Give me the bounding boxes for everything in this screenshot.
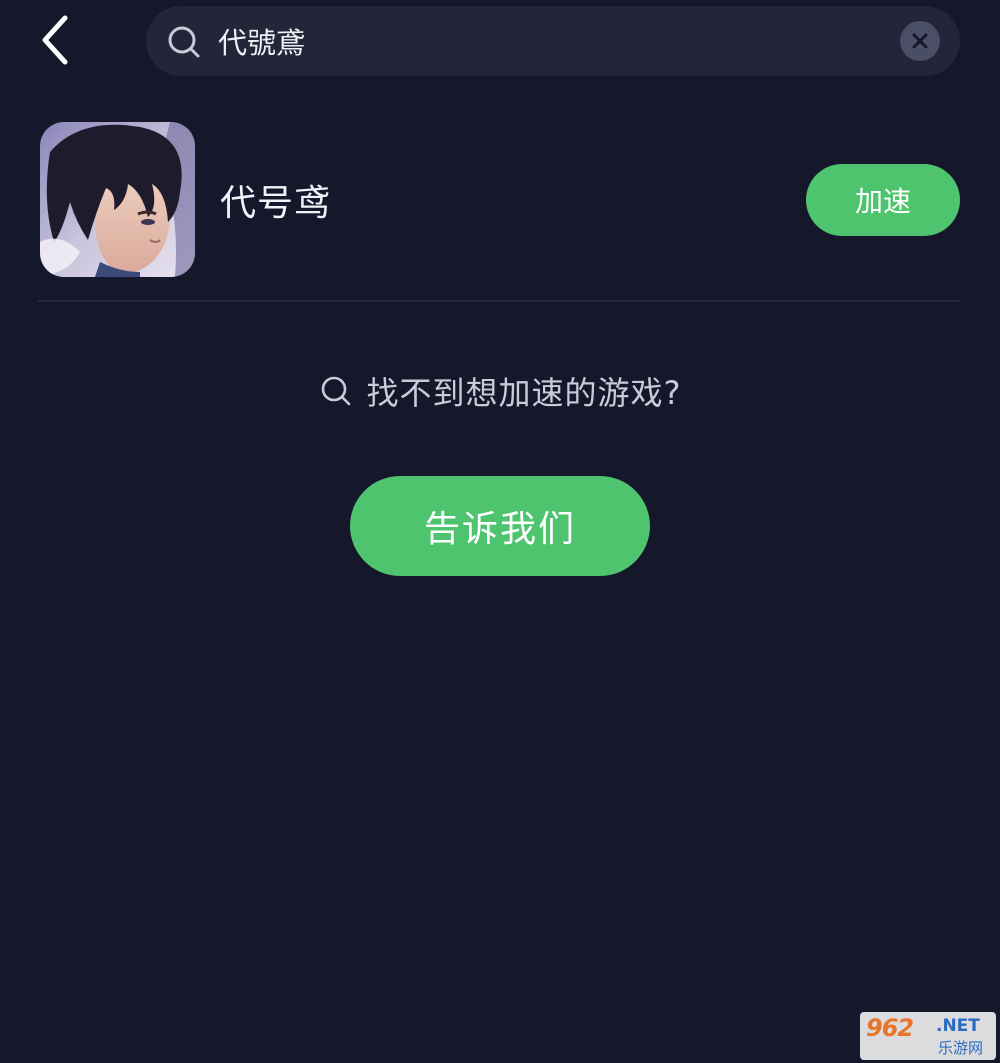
game-icon[interactable]: [40, 122, 195, 277]
close-icon: [912, 33, 928, 49]
watermark-main: 962: [866, 1014, 914, 1042]
search-icon: [168, 26, 200, 58]
search-icon: [321, 376, 350, 406]
watermark-sub: 乐游网: [938, 1039, 984, 1057]
result-item[interactable]: 代号鸢 加速: [40, 122, 960, 278]
empty-hint: 找不到想加速的游戏?: [0, 366, 1000, 416]
search-bar[interactable]: [146, 6, 960, 76]
search-input[interactable]: [218, 6, 878, 76]
watermark-logo: 962 .NET 乐游网: [860, 1012, 996, 1060]
divider: [38, 300, 960, 302]
game-name: 代号鸢: [220, 183, 332, 224]
chevron-left-icon: [42, 15, 68, 65]
back-button[interactable]: [28, 10, 84, 70]
boost-button[interactable]: 加速: [806, 164, 960, 236]
clear-search-button[interactable]: [900, 21, 940, 61]
watermark-suffix: .NET: [936, 1016, 980, 1036]
tell-us-button[interactable]: 告诉我们: [350, 476, 650, 576]
game-art-image: [40, 122, 195, 277]
hint-text: 找不到想加速的游戏?: [366, 374, 682, 412]
